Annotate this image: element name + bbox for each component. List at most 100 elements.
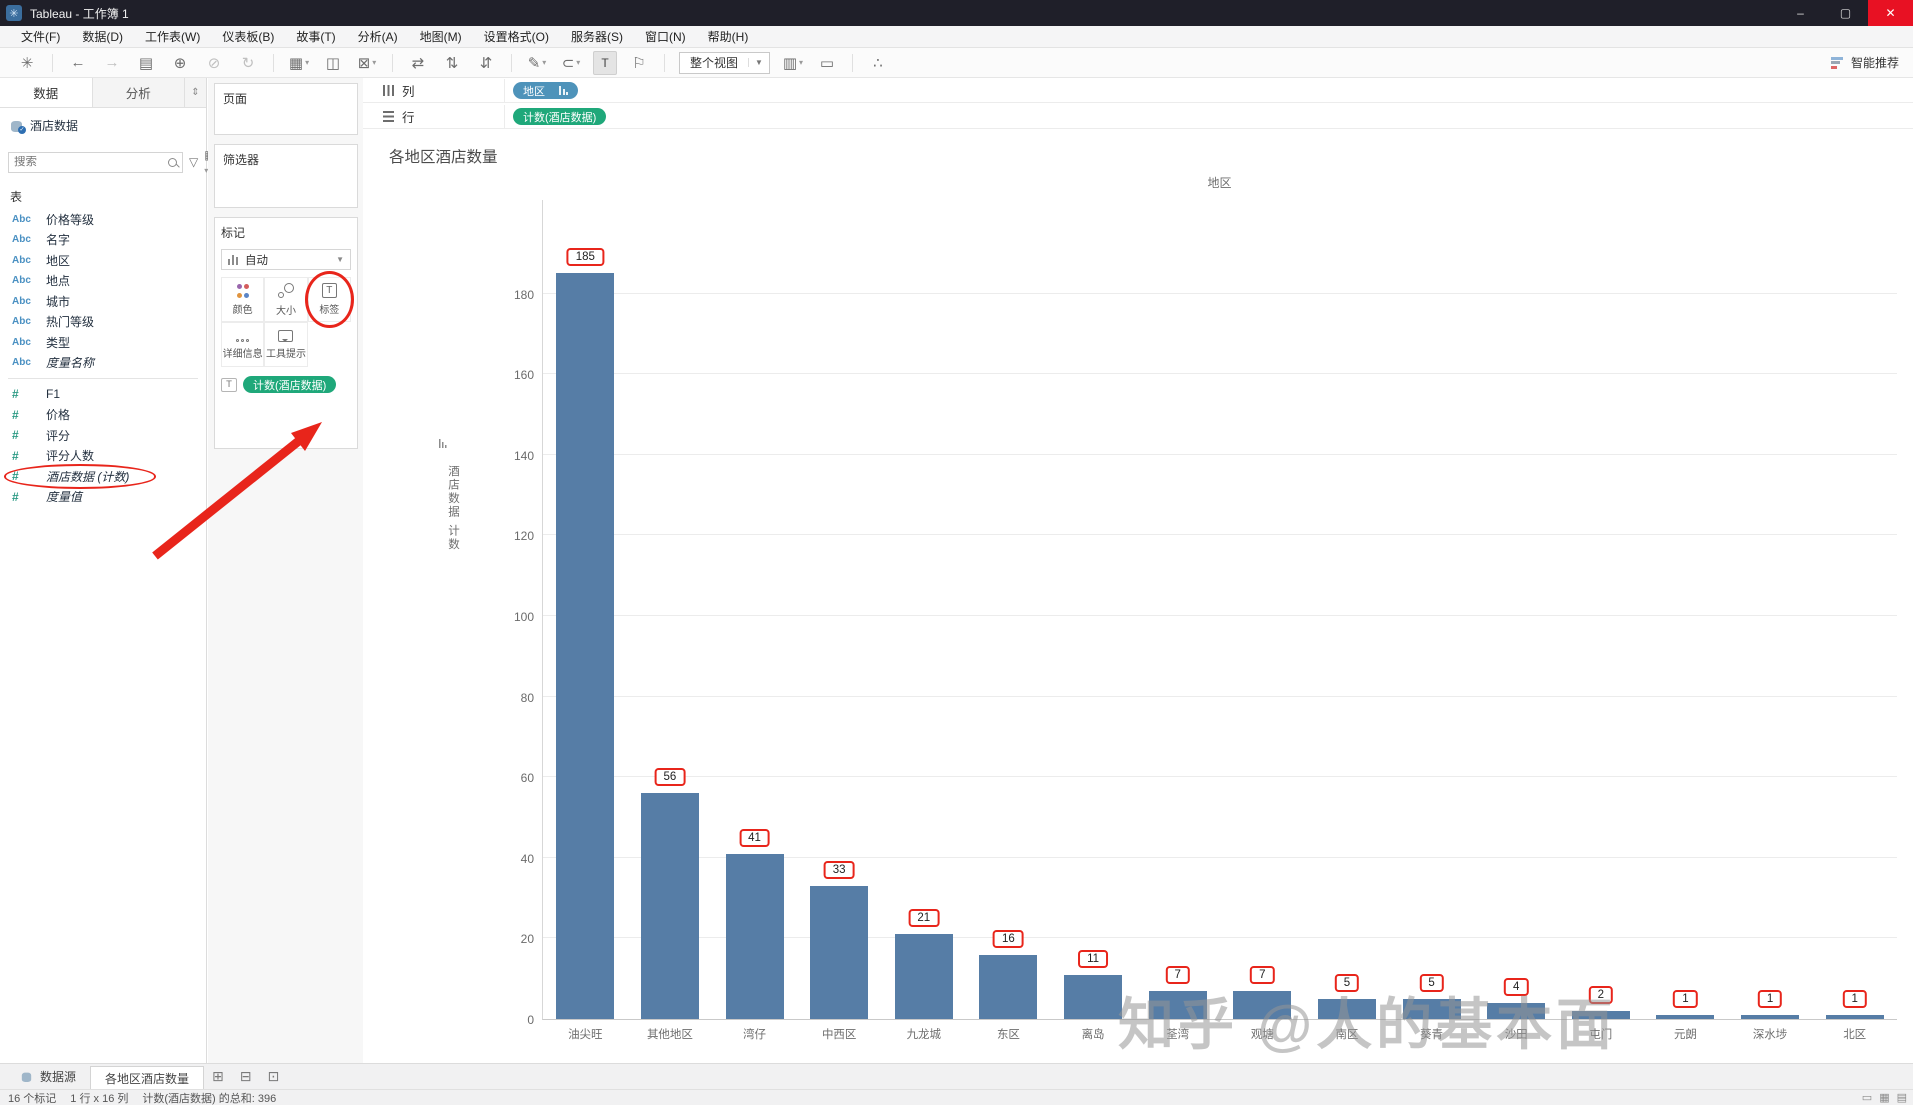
field-价格等级[interactable]: Abc 价格等级 [0,209,206,230]
color-button[interactable]: 颜色 [221,277,265,322]
bar-北区[interactable] [1825,1014,1884,1019]
field-价格[interactable]: # 价格 [0,405,206,426]
show-sorted-icon[interactable]: ▤ [1897,1091,1907,1104]
y-axis-label: 酒店数据 计数 [447,465,459,552]
pages-card[interactable]: 页面 [214,83,358,135]
highlight-button[interactable]: ✎ ▾ [525,51,549,75]
rows-pill[interactable]: 计数(酒店数据) [513,108,607,125]
field-评分[interactable]: # 评分 [0,425,206,446]
bar-荃湾[interactable] [1148,990,1207,1019]
bar-南区[interactable] [1317,998,1376,1019]
field-地区[interactable]: Abc 地区 [0,250,206,271]
filters-card[interactable]: 筛选器 [214,144,358,208]
bar-湾仔[interactable] [725,853,784,1019]
tooltip-button[interactable]: 工具提示 [264,322,308,367]
bar-value-label: 1 [1673,989,1698,1008]
show-mark-labels-button[interactable]: T [593,50,617,75]
tab-data[interactable]: 数据 [0,78,92,107]
share-button[interactable]: ∴ [866,51,890,75]
new-data-source-button[interactable]: ⊕ [168,51,192,75]
field-城市[interactable]: Abc 城市 [0,291,206,312]
show-me-button[interactable]: 智能推荐 [1830,54,1899,71]
back-button[interactable]: ← [66,51,90,75]
datasource-item[interactable]: ✓ 酒店数据 [0,112,206,138]
menu-仪表板[interactable]: 仪表板(B) [211,26,285,48]
bar-油尖旺[interactable] [556,273,615,1019]
marks-card-title: 标记 [221,226,246,240]
new-worksheet-icon[interactable]: ⊞ [204,1068,232,1085]
bar-东区[interactable] [979,954,1038,1019]
search-box[interactable] [8,151,183,173]
pane-options-icon[interactable]: ⇕ [184,78,206,107]
bar-value-label: 21 [908,909,940,928]
bar-九龙城[interactable] [894,934,953,1019]
toolbar-separator [851,53,853,72]
field-热门等级[interactable]: Abc 热门等级 [0,312,206,333]
menu-分析[interactable]: 分析(A) [347,26,409,48]
field-度量值[interactable]: # 度量值 [0,487,206,508]
menu-帮助[interactable]: 帮助(H) [697,26,760,48]
new-dashboard-icon[interactable]: ⊟ [232,1068,260,1085]
mark-type-dropdown[interactable]: 自动 ▼ [221,249,351,270]
sort-ascending-button[interactable]: ⇅ [440,51,464,75]
menu-服务器[interactable]: 服务器(S) [560,26,634,48]
tableau-logo-button[interactable]: ✳ [15,51,39,75]
detail-button[interactable]: 详细信息 [221,322,265,367]
field-酒店数据计数[interactable]: # 酒店数据 (计数) [0,464,206,489]
bar-葵青[interactable] [1402,998,1461,1019]
tab-analytics[interactable]: 分析 [91,78,184,107]
mark-button-label: 标签 [319,305,340,316]
field-label: 评分人数 [46,449,95,464]
bar-中西区[interactable] [810,886,869,1019]
field-类型[interactable]: Abc 类型 [0,332,206,353]
menu-数据[interactable]: 数据(D) [71,26,134,48]
field-度量名称[interactable]: Abc 度量名称 [0,353,206,374]
bar-离岛[interactable] [1064,974,1123,1019]
show-hide-cards-button[interactable]: ▥ ▾ [781,51,805,75]
bar-沙田[interactable] [1487,1002,1546,1019]
presentation-mode-button[interactable]: ▭ [815,51,839,75]
menu-工作表[interactable]: 工作表(W) [134,26,211,48]
bar-元朗[interactable] [1656,1014,1715,1019]
axis-sort-icon[interactable] [439,439,449,448]
minimize-button[interactable]: – [1778,0,1823,26]
menu-地图[interactable]: 地图(M) [409,26,473,48]
label-button[interactable]: T 标签 [304,271,355,328]
menu-设置格式[interactable]: 设置格式(O) [473,26,560,48]
bar-深水埗[interactable] [1741,1014,1800,1019]
show-sheets-icon[interactable]: ▦ [1879,1091,1889,1104]
swap-rows-columns-button[interactable]: ⇄ [406,51,430,75]
bar-观塘[interactable] [1233,990,1292,1019]
new-worksheet-button[interactable]: ▦ ▾ [287,51,311,75]
menu-窗口[interactable]: 窗口(N) [634,26,697,48]
format-link-button[interactable]: ⊂ ▾ [559,51,583,75]
filmstrip-icon[interactable]: ▭ [1862,1091,1872,1104]
field-地点[interactable]: Abc 地点 [0,271,206,292]
close-button[interactable]: ✕ [1868,0,1913,26]
plot-area[interactable]: 0 20 40 60 80 100 120 140 160 180 185 油尖旺 56 其他地区 41 湾仔… [514,200,1897,1041]
menu-文件[interactable]: 文件(F) [10,26,71,48]
fit-dropdown[interactable]: 整个视图 ▼ [679,51,770,74]
new-story-icon[interactable]: ⊡ [260,1068,288,1085]
filter-icon[interactable]: ▽ [189,155,198,169]
menu-故事[interactable]: 故事(T) [285,26,346,48]
search-input[interactable] [14,156,168,168]
duplicate-button[interactable]: ◫ [321,51,345,75]
columns-pill[interactable]: 地区 [513,82,578,99]
tab-active-sheet[interactable]: 各地区酒店数量 [90,1066,205,1089]
field-评分人数[interactable]: # 评分人数 [0,446,206,467]
fix-axes-button[interactable]: ⚐ [627,51,651,75]
rows-shelf-header: 行 [363,105,505,128]
clear-sheet-button[interactable]: ⊠ ▾ [355,51,379,75]
marks-label-pill[interactable]: 计数(酒店数据) [243,376,337,393]
field-名字[interactable]: Abc 名字 [0,230,206,251]
size-button[interactable]: 大小 [264,277,308,322]
save-button[interactable]: ▤ [134,51,158,75]
maximize-button[interactable]: ▢ [1823,0,1868,26]
bar-屯门[interactable] [1571,1010,1630,1019]
bar-value-label: 1 [1842,989,1867,1008]
bar-其他地区[interactable] [640,793,699,1019]
sort-descending-button[interactable]: ⇵ [474,51,498,75]
tab-datasource[interactable]: 数据源 [6,1064,90,1089]
field-F1[interactable]: # F1 [0,384,206,405]
